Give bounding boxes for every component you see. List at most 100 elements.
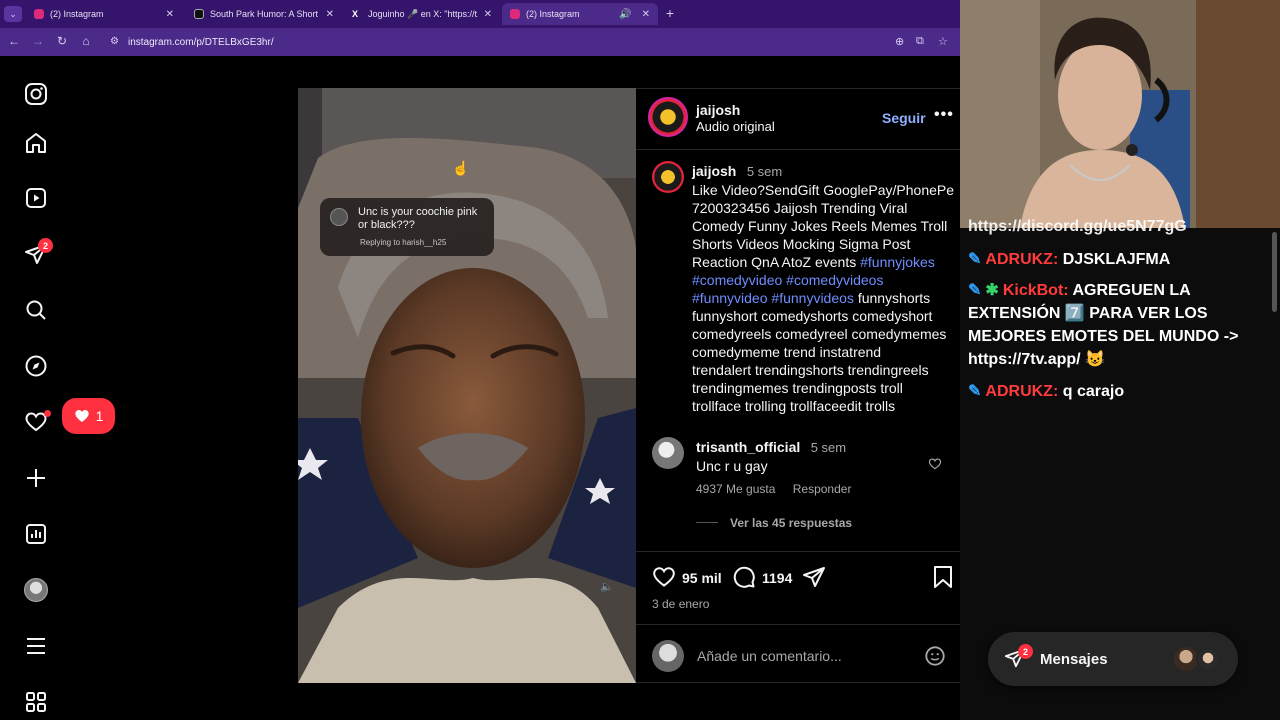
my-avatar xyxy=(652,640,684,672)
messages-label: Mensajes xyxy=(1040,651,1108,668)
browser-toolbar: ← → ↻ ⌂ ⚙ instagram.com/p/DTELBxGE3hr/ ⊕… xyxy=(0,28,960,56)
more-menu-icon[interactable] xyxy=(22,632,50,660)
hashtag-link[interactable]: #funnyvideos xyxy=(771,290,854,306)
browser-tab-2[interactable]: South Park Humor: A Short Refl ✕ xyxy=(186,3,342,25)
tab-list-chevron-icon[interactable]: ⌄ xyxy=(4,6,22,22)
caption-line: Comedy Funny Jokes Reels Memes Troll xyxy=(692,218,948,234)
chat-nick: KickBot: xyxy=(1002,282,1069,299)
messages-floating-button[interactable]: 2 Mensajes xyxy=(988,632,1238,686)
tab-title: Joguinho 🎤 en X: "https://t.co/ xyxy=(368,8,478,19)
webcam-feed xyxy=(960,0,1280,228)
create-plus-icon[interactable] xyxy=(22,464,50,492)
close-tab-icon[interactable]: ✕ xyxy=(326,9,334,20)
close-tab-icon[interactable]: ✕ xyxy=(166,9,174,20)
messages-badge: 2 xyxy=(38,238,53,253)
caption-username[interactable]: jaijosh xyxy=(692,163,736,179)
commenter-username[interactable]: trisanth_official xyxy=(696,439,800,455)
instagram-icon xyxy=(510,9,520,19)
install-app-icon[interactable]: ⧉ xyxy=(916,35,924,48)
view-replies-button[interactable]: Ver las 45 respuestas xyxy=(730,516,852,530)
follow-button[interactable]: Seguir xyxy=(882,110,926,126)
more-options-icon[interactable]: ••• xyxy=(934,106,954,124)
close-tab-icon[interactable]: ✕ xyxy=(642,9,650,20)
caption-text-span: Reaction QnA AtoZ events xyxy=(692,254,861,270)
reply-button[interactable]: Responder xyxy=(793,482,852,496)
emoji-icon[interactable] xyxy=(924,645,946,672)
tab-title: (2) Instagram xyxy=(50,9,104,19)
verified-bot-icon: ✱ xyxy=(985,282,999,299)
composer-divider xyxy=(636,624,971,625)
instagram-logo-icon[interactable] xyxy=(22,80,50,108)
dashboard-icon[interactable] xyxy=(22,520,50,548)
tab-title: South Park Humor: A Short Refl xyxy=(210,9,320,19)
caption-author-avatar[interactable] xyxy=(652,161,684,193)
chat-scrollbar-thumb[interactable] xyxy=(1272,232,1277,312)
url-text: instagram.com/p/DTELBxGE3hr/ xyxy=(128,36,274,48)
comment-bubble-icon[interactable] xyxy=(732,565,756,594)
hashtag-link[interactable]: #comedyvideos xyxy=(786,272,883,288)
like-count[interactable]: 95 mil xyxy=(682,570,722,586)
instagram-icon xyxy=(34,9,44,19)
mute-speaker-icon[interactable]: 🔈 xyxy=(600,580,614,593)
like-heart-icon[interactable] xyxy=(652,565,676,594)
caption-line: trendingmemes trendingposts troll xyxy=(692,380,903,396)
replying-to-label: Replying to harish__h25 xyxy=(360,238,447,247)
hashtag-link[interactable]: #comedyvideo xyxy=(692,272,782,288)
chat-text: DJSKLAJFMA xyxy=(1062,251,1171,268)
share-paper-plane-icon[interactable] xyxy=(802,565,826,594)
search-icon[interactable] xyxy=(22,296,50,324)
caption-line: Shorts Videos Mocking Sigma Post xyxy=(692,236,911,252)
zoom-icon[interactable]: ⊕ xyxy=(895,35,904,48)
hashtag-link[interactable]: #funnyvideo xyxy=(692,290,768,306)
add-comment-input[interactable]: Añade un comentario... xyxy=(697,648,842,664)
hashtag-link[interactable]: #funnyjokes xyxy=(860,254,935,270)
caption-time: 5 sem xyxy=(746,164,783,179)
chat-message: ✎ ADRUKZ: q carajo xyxy=(968,380,1268,403)
site-info-icon[interactable]: ⚙ xyxy=(110,36,119,47)
explore-compass-icon[interactable] xyxy=(22,352,50,380)
home-icon[interactable]: ⌂ xyxy=(78,34,94,48)
profile-avatar[interactable] xyxy=(22,576,50,604)
comment-like-heart-icon[interactable] xyxy=(928,457,942,476)
browser-tab-3[interactable]: X Joguinho 🎤 en X: "https://t.co/ ✕ xyxy=(344,3,500,25)
comment-likes-count[interactable]: 4937 Me gusta xyxy=(696,482,775,496)
author-avatar[interactable] xyxy=(648,97,688,137)
commenter-avatar[interactable] xyxy=(652,437,684,469)
likes-notification-pill[interactable]: 1 xyxy=(62,398,115,434)
header-divider xyxy=(636,149,971,150)
save-bookmark-icon[interactable] xyxy=(932,565,954,594)
conversation-avatar xyxy=(1174,647,1198,671)
tab-title: (2) Instagram xyxy=(526,9,580,19)
chat-nick: ADRUKZ: xyxy=(985,383,1059,400)
caption-line: 7200323456 Jaijosh Trending Viral xyxy=(692,200,908,216)
caption-text: Like Video?SendGift GooglePay/PhonePe 72… xyxy=(692,181,962,415)
caption-line: trendalert trendingshorts trendingreels xyxy=(692,362,929,378)
messages-count-badge: 2 xyxy=(1018,644,1033,659)
reel-video[interactable] xyxy=(298,88,636,683)
chat-message: ✎ ✱ KickBot: AGREGUEN LA EXTENSIÓN 7️⃣ PAR… xyxy=(968,279,1268,371)
bookmark-star-icon[interactable]: ☆ xyxy=(938,35,948,48)
also-from-meta-icon[interactable] xyxy=(22,688,50,716)
comment-text: Unc r u gay xyxy=(696,458,768,474)
speaker-icon[interactable]: 🔊 xyxy=(619,9,631,20)
close-tab-icon[interactable]: ✕ xyxy=(484,9,492,20)
reload-icon[interactable]: ↻ xyxy=(54,34,70,48)
comment-header: trisanth_official 5 sem xyxy=(696,439,846,457)
heart-filled-icon xyxy=(74,410,89,422)
comment-count[interactable]: 1194 xyxy=(762,570,792,586)
home-icon[interactable] xyxy=(22,129,50,157)
x-icon: X xyxy=(352,9,359,19)
chat-nick: ADRUKZ: xyxy=(985,251,1059,268)
forward-arrow-icon[interactable]: → xyxy=(30,34,46,48)
reels-icon[interactable] xyxy=(22,184,50,212)
browser-tab-1[interactable]: (2) Instagram ✕ xyxy=(26,3,182,25)
address-bar[interactable]: ⚙ instagram.com/p/DTELBxGE3hr/ xyxy=(108,33,888,51)
back-arrow-icon[interactable]: ← xyxy=(6,34,22,48)
pencil-badge-icon: ✎ xyxy=(968,282,982,299)
audio-label[interactable]: Audio original xyxy=(696,119,775,134)
actions-divider xyxy=(636,551,971,552)
author-username[interactable]: jaijosh xyxy=(696,102,740,118)
replies-line xyxy=(696,522,718,523)
new-tab-plus-icon[interactable]: + xyxy=(662,5,678,21)
browser-tab-4-active[interactable]: (2) Instagram 🔊 ✕ xyxy=(502,3,658,25)
